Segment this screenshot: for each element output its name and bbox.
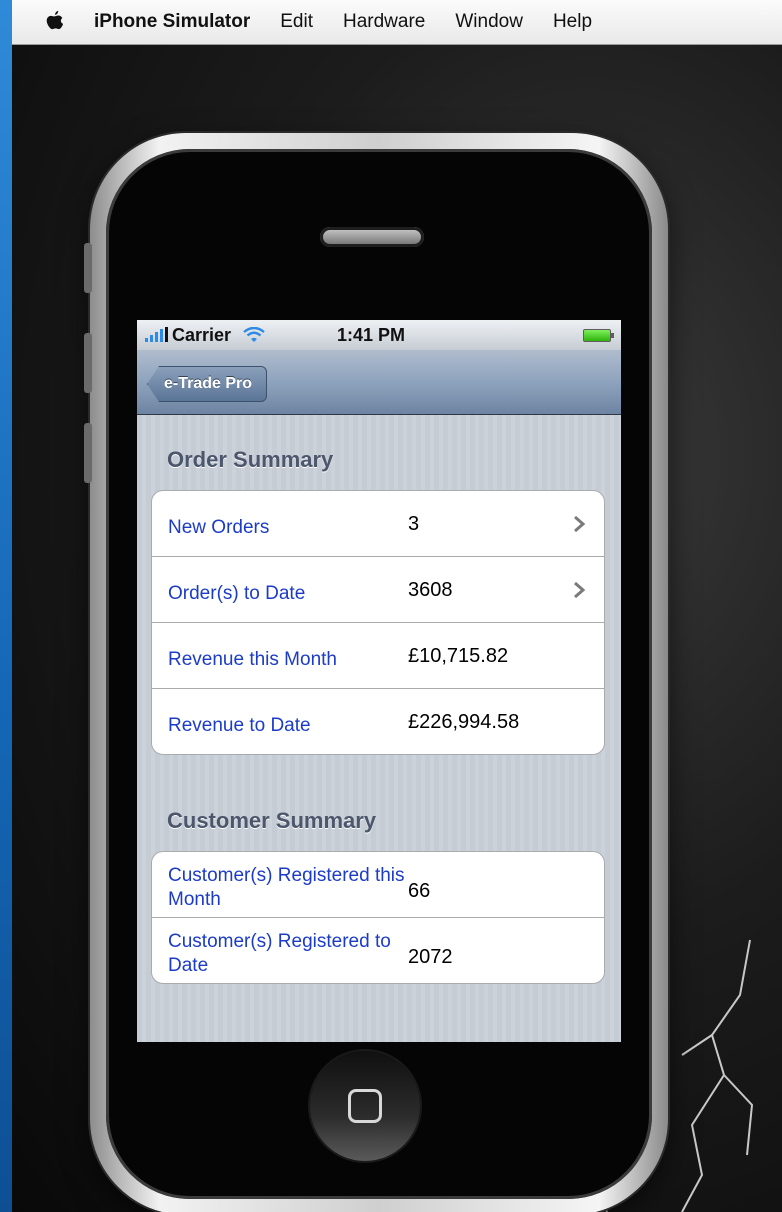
- volume-down-button[interactable]: [84, 423, 92, 483]
- row-label: Customer(s) Registered this Month: [168, 865, 405, 910]
- wifi-icon: [243, 327, 265, 342]
- status-bar: Carrier 1:41 PM: [137, 320, 621, 350]
- table-row-orders-to-date[interactable]: Order(s) to Date 3608: [152, 557, 604, 623]
- chevron-right-icon: [574, 581, 586, 599]
- iphone-screen: Carrier 1:41 PM e-Trade Pro Order Summar…: [137, 320, 621, 1042]
- earpiece-speaker: [320, 227, 424, 247]
- menu-edit[interactable]: Edit: [280, 11, 313, 33]
- back-button[interactable]: e-Trade Pro: [147, 366, 268, 402]
- table-row-customers-to-date: Customer(s) Registered to Date 2072: [152, 918, 604, 983]
- table-row-revenue-to-date: Revenue to Date £226,994.58: [152, 689, 604, 754]
- row-value: 2072: [408, 946, 453, 968]
- menu-window[interactable]: Window: [455, 11, 523, 33]
- carrier-label: Carrier: [172, 324, 232, 345]
- row-label: New Orders: [168, 517, 270, 538]
- order-summary-group: New Orders 3 Order(s) to Date 3608 Reven…: [151, 490, 605, 755]
- order-summary-header: Order Summary: [167, 447, 334, 472]
- apple-icon[interactable]: [42, 9, 66, 35]
- row-label: Order(s) to Date: [168, 583, 306, 604]
- ringer-switch: [84, 243, 92, 293]
- home-square-icon: [348, 1089, 382, 1123]
- menu-help[interactable]: Help: [553, 11, 592, 33]
- chevron-right-icon: [574, 515, 586, 533]
- battery-icon: [583, 329, 614, 342]
- volume-up-button[interactable]: [84, 333, 92, 393]
- table-row-revenue-this-month: Revenue this Month £10,715.82: [152, 623, 604, 689]
- home-button[interactable]: [310, 1051, 420, 1161]
- table-view[interactable]: Order Summary New Orders 3 Order(s) to D…: [137, 415, 621, 1042]
- row-value: 66: [408, 880, 431, 902]
- signal-icon: [145, 327, 168, 342]
- menu-hardware[interactable]: Hardware: [343, 11, 425, 33]
- mac-menu-bar: iPhone Simulator Edit Hardware Window He…: [12, 0, 782, 45]
- navigation-bar: e-Trade Pro: [137, 350, 621, 415]
- menu-app-name[interactable]: iPhone Simulator: [94, 11, 250, 33]
- table-row-customers-this-month: Customer(s) Registered this Month 66: [152, 852, 604, 918]
- customer-summary-group: Customer(s) Registered this Month 66 Cus…: [151, 851, 605, 984]
- status-time: 1:41 PM: [337, 324, 406, 345]
- row-label: Revenue to Date: [168, 715, 311, 736]
- table-row-new-orders[interactable]: New Orders 3: [152, 491, 604, 557]
- row-value: £226,994.58: [408, 711, 520, 733]
- row-label: Revenue this Month: [168, 649, 337, 670]
- customer-summary-header: Customer Summary: [167, 808, 377, 833]
- desktop-background: [0, 0, 12, 1212]
- iphone-device: Carrier 1:41 PM e-Trade Pro Order Summar…: [84, 133, 668, 1212]
- row-value: 3608: [408, 579, 453, 601]
- row-value: £10,715.82: [408, 645, 509, 667]
- simulator-stage: Carrier 1:41 PM e-Trade Pro Order Summar…: [12, 45, 782, 1212]
- row-value: 3: [408, 513, 420, 535]
- row-label: Customer(s) Registered to Date: [168, 931, 391, 976]
